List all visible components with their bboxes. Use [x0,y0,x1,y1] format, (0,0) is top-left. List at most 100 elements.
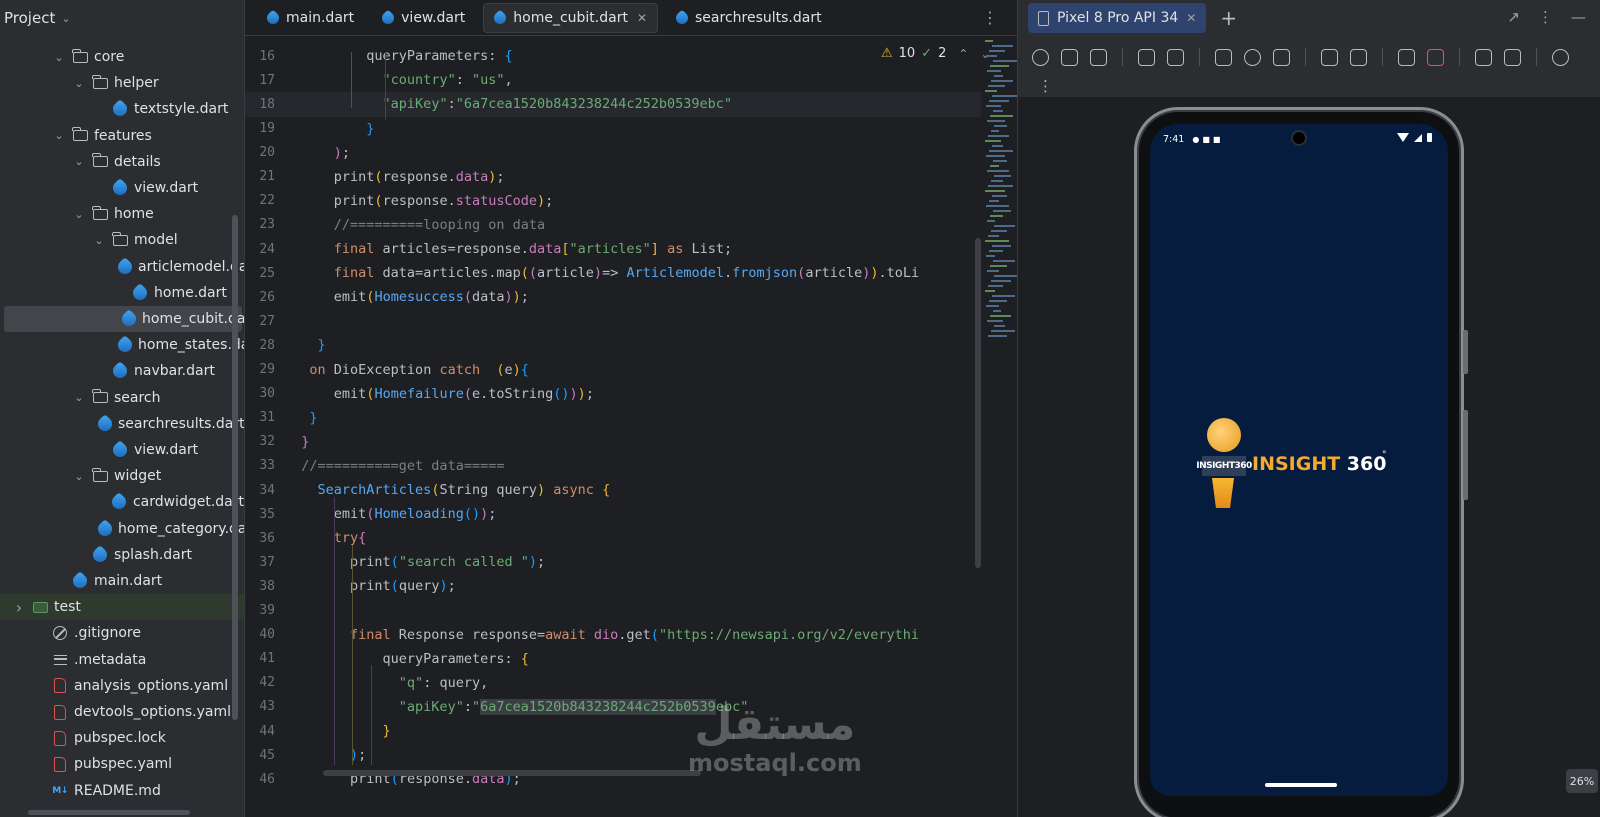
phone-screen[interactable]: 7:41 ●■■ INSIGHT360 INSIGHT 360 ° [1150,124,1448,796]
close-icon[interactable]: ✕ [1186,11,1196,25]
tree-item[interactable]: home_cubit.dar [4,306,244,332]
tree-item[interactable]: analysis_options.yaml [0,673,244,699]
device-tab[interactable]: Pixel 8 Pro API 34 ✕ [1028,3,1207,33]
code-line[interactable]: 17 "country": "us", [245,68,981,93]
gesture-bar[interactable] [1265,783,1337,787]
tree-item[interactable]: ⌄ details [0,149,244,175]
chevron-down-icon[interactable]: ⌄ [52,129,66,142]
minimize-icon[interactable]: — [1571,8,1586,26]
tree-item[interactable]: ⌄ helper [0,70,244,96]
home-icon[interactable] [1244,48,1261,66]
code-line[interactable]: 45 ); [245,743,981,768]
open-external-icon[interactable]: ↗ [1507,8,1520,26]
chevron-down-icon[interactable]: ⌄ [72,391,86,404]
tree-item[interactable]: ⌄ home [0,201,244,227]
code-line[interactable]: 27 [245,309,981,334]
power-icon[interactable] [1032,48,1049,66]
code-line[interactable]: 36 try{ [245,526,981,551]
screen-record-icon[interactable] [1427,48,1444,66]
volume-down-icon[interactable] [1090,48,1107,66]
more-vertical-icon[interactable]: ⋮ [1538,8,1553,26]
code-line[interactable]: 23 //=========looping on data [245,213,981,238]
more-vertical-icon[interactable]: ⋮ [982,8,998,27]
screenshot-icon[interactable] [1398,48,1415,66]
code-line[interactable]: 32 } [245,430,981,455]
tree-item[interactable]: view.dart [0,437,244,463]
tree-item[interactable]: main.dart [0,568,244,594]
tree-item[interactable]: navbar.dart [0,358,244,384]
more-vertical-icon[interactable]: ⋮ [1038,77,1053,95]
code-minimap[interactable] [981,40,1019,360]
overview-icon[interactable] [1273,48,1290,66]
snapshot-icon[interactable] [1552,48,1569,66]
tree-item[interactable]: devtools_options.yaml [0,699,244,725]
editor-tab[interactable]: home_cubit.dart ✕ [483,2,659,33]
code-line[interactable]: 31 } [245,406,981,431]
project-header[interactable]: Project ⌄ [0,0,244,36]
tree-vertical-scrollbar[interactable] [232,215,238,720]
code-line[interactable]: 42 "q": query, [245,671,981,696]
chevron-down-icon[interactable]: ⌄ [72,208,86,221]
tree-item[interactable]: home.dart [0,280,244,306]
code-line[interactable]: 39 [245,598,981,623]
upload-icon[interactable] [1475,48,1492,66]
code-line[interactable]: 16 queryParameters: { [245,44,981,69]
code-line[interactable]: 28 } [245,333,981,358]
tree-item[interactable]: ⌄ core [0,44,244,70]
tree-item[interactable]: ⌄ features [0,123,244,149]
code-line[interactable]: 25 final data=articles.map((article)=> A… [245,261,981,286]
code-line[interactable]: 30 emit(Homefailure(e.toString())); [245,381,981,406]
tree-item[interactable]: › test [0,594,244,621]
code-line[interactable]: 34 SearchArticles(String query) async { [245,478,981,503]
tree-item[interactable]: splash.dart [0,542,244,568]
code-line[interactable]: 21 print(response.data); [245,165,981,190]
rotate-right-icon[interactable] [1167,48,1184,66]
code-line[interactable]: 38 print(query); [245,574,981,599]
editor-vertical-scrollbar[interactable] [975,238,981,568]
code-line[interactable]: 33 //==========get data===== [245,454,981,479]
back-icon[interactable] [1215,48,1232,66]
tree-item[interactable]: view.dart [0,175,244,201]
code-line[interactable]: 41 queryParameters: { [245,647,981,672]
code-area[interactable]: 16 queryParameters: {17 "country": "us",… [245,44,981,817]
code-line[interactable]: 29 on DioException catch (e){ [245,357,981,382]
editor-tab[interactable]: view.dart [372,3,475,33]
chevron-down-icon[interactable]: ⌄ [72,155,86,168]
keyboard-icon[interactable] [1350,48,1367,66]
volume-up-icon[interactable] [1061,48,1078,66]
code-line[interactable]: 24 final articles=response.data["article… [245,237,981,262]
tree-item[interactable]: cardwidget.dart [0,489,244,515]
code-line[interactable]: 44 } [245,719,981,744]
editor-tab[interactable]: main.dart [257,3,364,33]
tree-item[interactable]: home_category.da [0,516,244,542]
editor-tab[interactable]: searchresults.dart [666,3,832,33]
tree-item[interactable]: .metadata [0,647,244,673]
tree-item[interactable]: M↓ README.md [0,778,244,804]
chevron-right-icon[interactable]: › [12,598,26,617]
code-line[interactable]: 18 "apiKey":"6a7cea1520b843238244c252b05… [245,92,981,117]
code-line[interactable]: 40 final Response response=await dio.get… [245,622,981,647]
code-line[interactable]: 35 emit(Homeloading()); [245,502,981,527]
tree-item[interactable]: pubspec.lock [0,725,244,751]
tree-item[interactable]: ⌄ search [0,385,244,411]
tree-item[interactable]: home_states.da [0,332,244,358]
tree-horizontal-scrollbar[interactable] [28,810,190,815]
add-icon[interactable]: + [1220,6,1237,30]
editor-horizontal-scrollbar[interactable] [323,770,701,776]
close-tab-icon[interactable]: ✕ [637,11,647,25]
code-line[interactable]: 43 "apiKey":"6a7cea1520b843238244c252b05… [245,695,981,720]
tree-item[interactable]: .gitignore [0,620,244,646]
tree-item[interactable]: pubspec.yaml [0,751,244,777]
code-line[interactable]: 26 emit(Homesuccess(data)); [245,285,981,310]
tree-item[interactable]: articlemodel.da [0,254,244,280]
tree-item[interactable]: textstyle.dart [0,96,244,122]
chevron-down-icon[interactable]: ⌄ [72,470,86,483]
chevron-down-icon[interactable]: ⌄ [72,77,86,90]
tree-item[interactable]: searchresults.dart [0,411,244,437]
chevron-down-icon[interactable]: ⌄ [92,234,106,247]
code-line[interactable]: 20 ); [245,140,981,165]
zoom-indicator[interactable]: 26% [1566,769,1598,793]
tree-item[interactable]: ⌄ model [0,227,244,253]
rotate-left-icon[interactable] [1138,48,1155,66]
download-icon[interactable] [1504,48,1521,66]
